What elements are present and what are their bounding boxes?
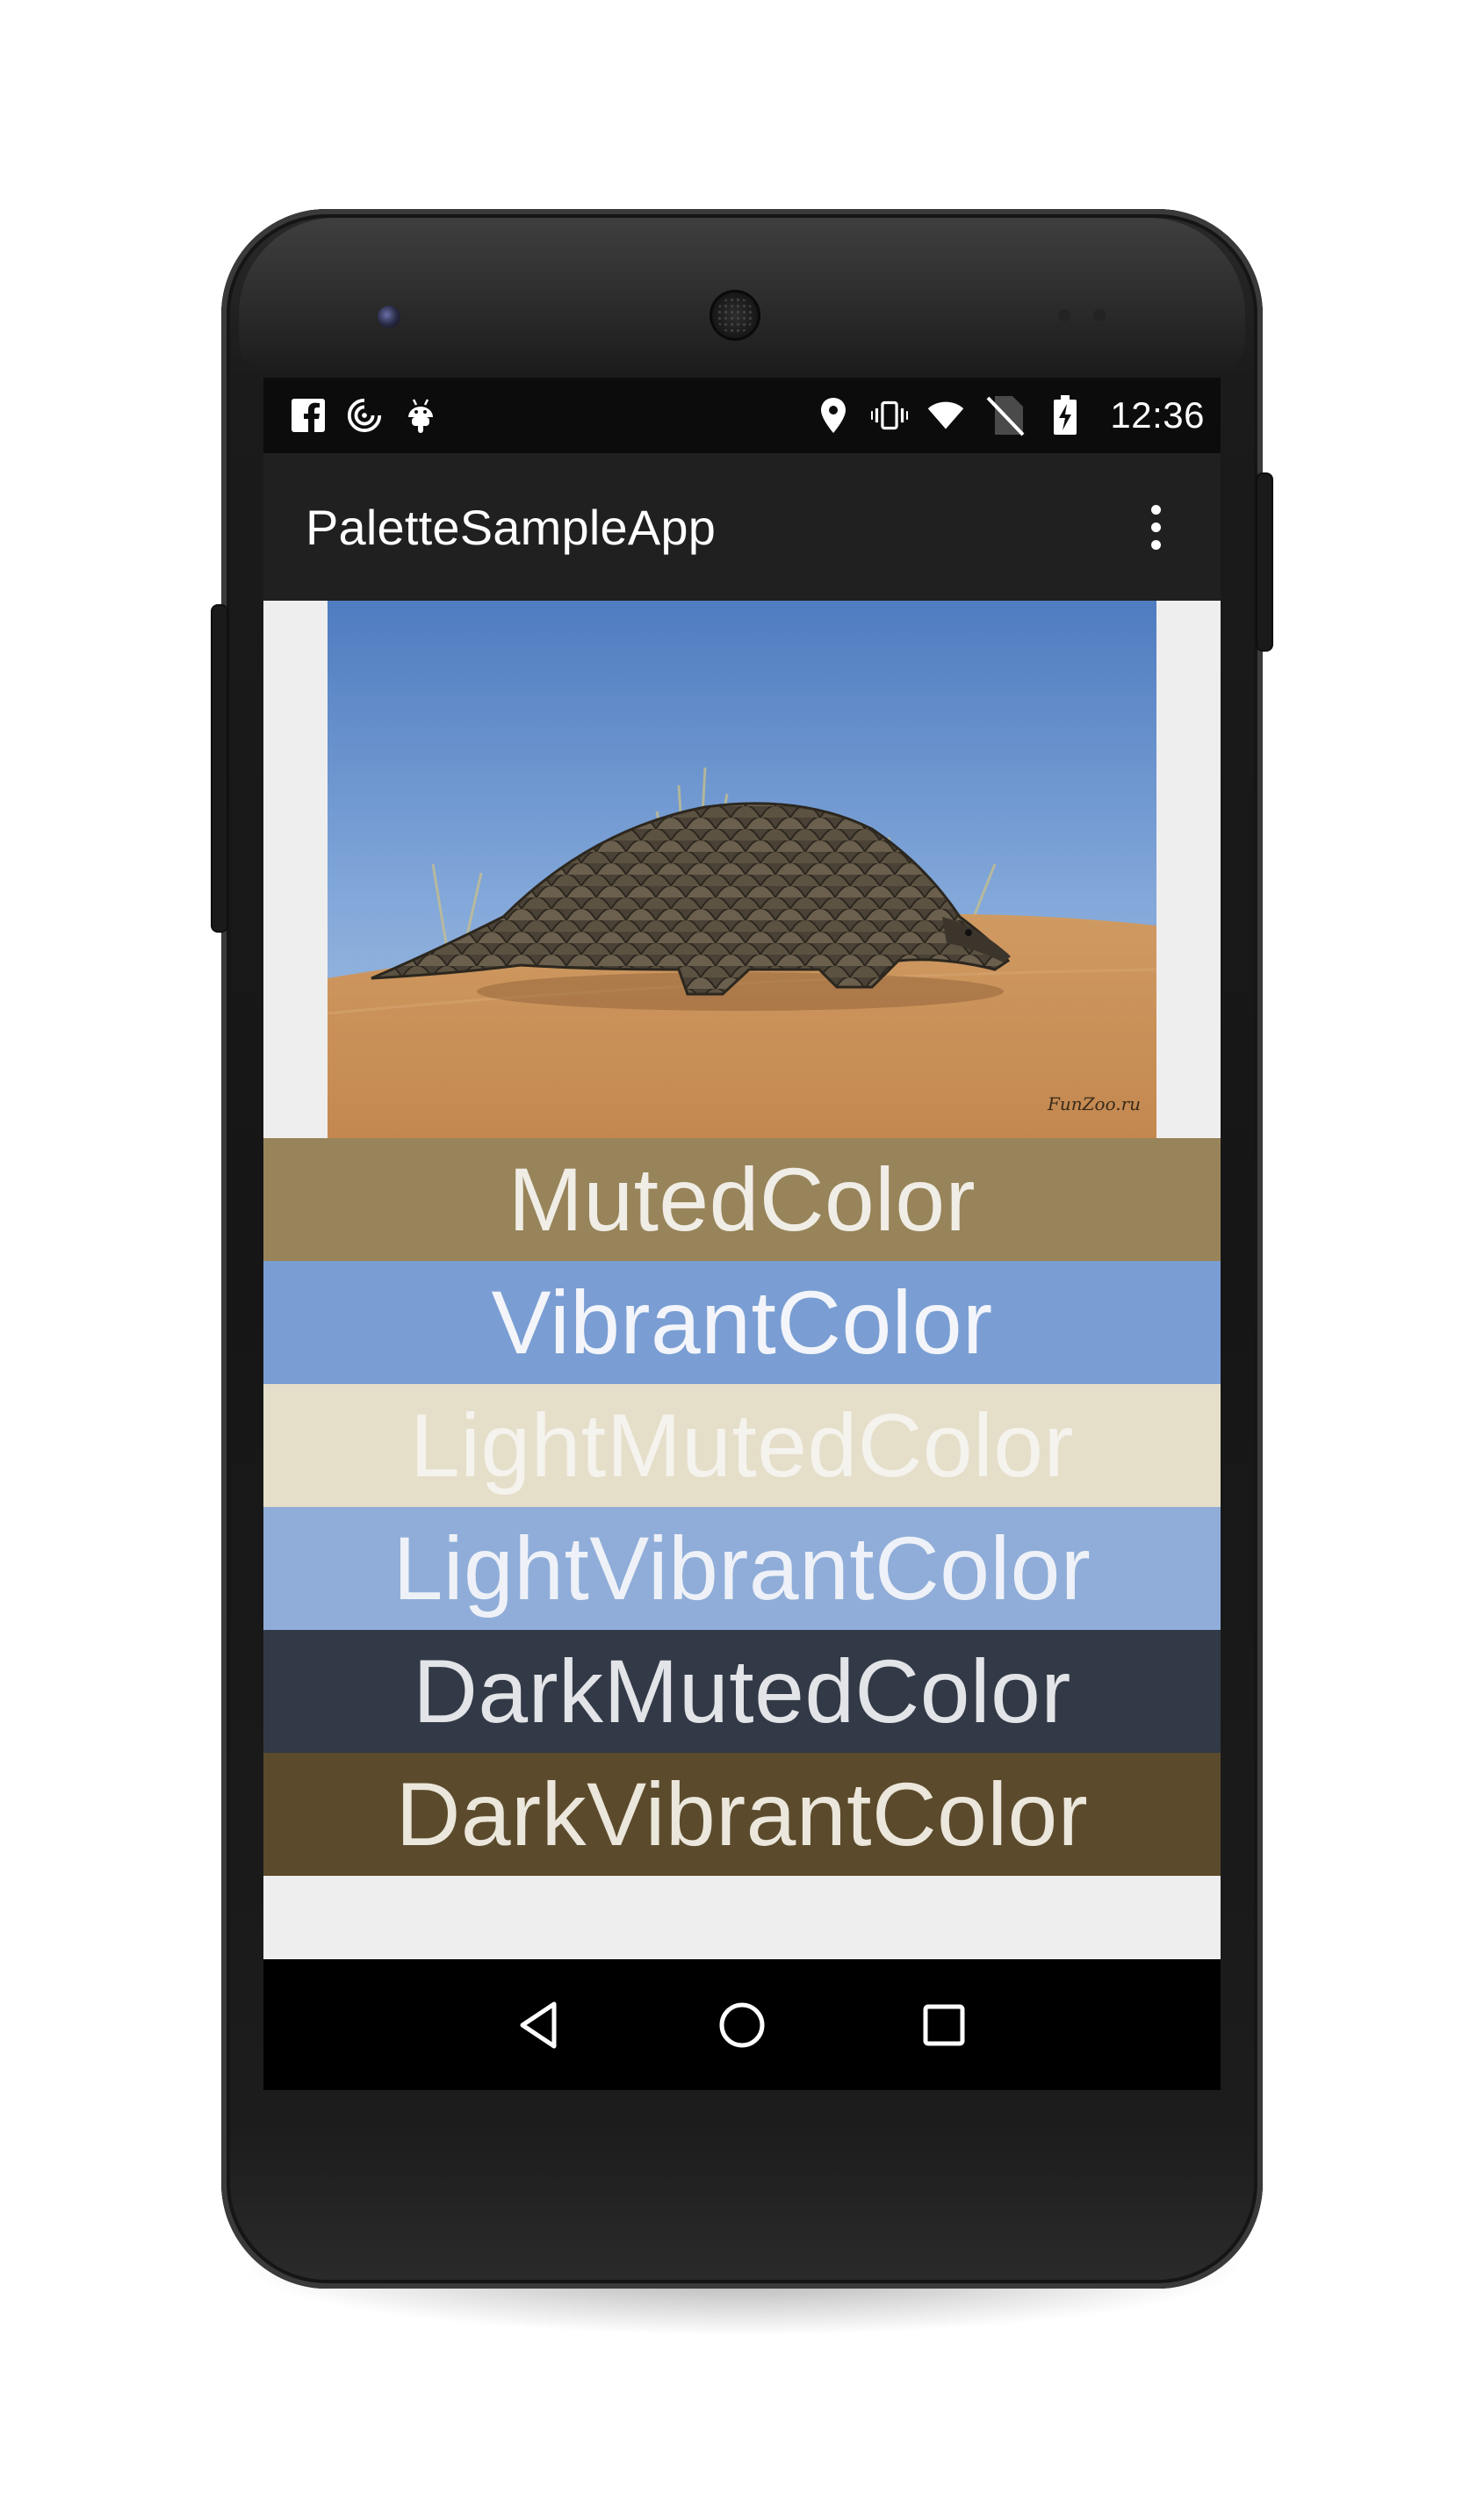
swatch-dark-muted: DarkMutedColor: [263, 1630, 1221, 1753]
content-area: FunZoo.ru MutedColor VibrantColor LightM…: [263, 601, 1221, 1959]
swatch-light-vibrant: LightVibrantColor: [263, 1507, 1221, 1630]
speaker-grille: [717, 297, 753, 334]
navigation-bar: [263, 1959, 1221, 2090]
swatch-label: LightMutedColor: [410, 1395, 1074, 1496]
status-bar: 12:36: [263, 378, 1221, 453]
swatch-label: DarkVibrantColor: [395, 1763, 1089, 1864]
app-toolbar: PaletteSampleApp: [263, 453, 1221, 601]
swatch-light-muted: LightMutedColor: [263, 1384, 1221, 1507]
swatch-label: DarkMutedColor: [413, 1640, 1071, 1741]
swatch-dark-vibrant: DarkVibrantColor: [263, 1753, 1221, 1876]
light-sensor: [1093, 309, 1106, 321]
location-icon: [815, 397, 852, 434]
wifi-icon: [927, 397, 964, 434]
swatch-vibrant: VibrantColor: [263, 1261, 1221, 1384]
back-triangle-icon[interactable]: [501, 1986, 580, 2065]
sync-icon: [346, 397, 383, 434]
android-icon: [402, 397, 439, 434]
image-watermark: FunZoo.ru: [1047, 1093, 1141, 1114]
more-vert-icon[interactable]: [1138, 496, 1173, 558]
pangolin-image: FunZoo.ru: [328, 601, 1156, 1138]
status-bar-notifications: [290, 397, 439, 434]
recents-square-icon[interactable]: [904, 1986, 983, 2065]
power-button: [1257, 474, 1271, 650]
no-sim-icon: [983, 396, 1027, 436]
status-bar-time: 12:36: [1110, 394, 1205, 436]
volume-button: [213, 606, 227, 931]
swatch-muted: MutedColor: [263, 1138, 1221, 1261]
home-circle-icon[interactable]: [702, 1986, 782, 2065]
front-camera: [378, 306, 400, 328]
toolbar-title: PaletteSampleApp: [306, 499, 717, 555]
vibrate-icon: [871, 397, 909, 434]
device-screen: 12:36 PaletteSampleApp FunZoo.ru MutedCo…: [263, 378, 1221, 2090]
swatch-label: VibrantColor: [491, 1272, 993, 1373]
swatch-label: MutedColor: [508, 1149, 976, 1250]
proximity-sensor: [1058, 309, 1070, 321]
facebook-icon: [290, 397, 327, 434]
swatch-label: LightVibrantColor: [393, 1518, 1091, 1619]
battery-charging-icon: [1047, 395, 1084, 435]
status-bar-system-icons: 12:36: [815, 394, 1205, 436]
